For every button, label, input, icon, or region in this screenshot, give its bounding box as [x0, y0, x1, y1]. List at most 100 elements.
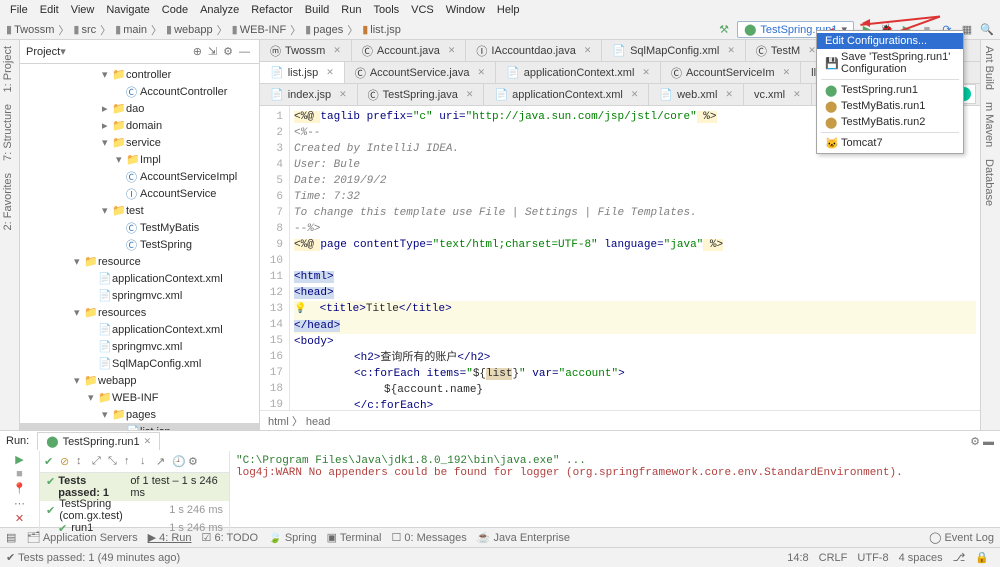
- tree-item[interactable]: 📄 springmvc.xml: [20, 287, 259, 304]
- menu-tools[interactable]: Tools: [367, 4, 405, 16]
- tree-item[interactable]: ▾📁 resource: [20, 253, 259, 270]
- lightbulb-icon[interactable]: 💡: [294, 304, 306, 315]
- tree-item[interactable]: ▸📁 domain: [20, 117, 259, 134]
- tree-item[interactable]: 📄 SqlMapConfig.xml: [20, 355, 259, 372]
- rail-favorites[interactable]: 2: Favorites: [0, 167, 16, 236]
- editor-tab[interactable]: ⒸTestSpring.java✕: [358, 84, 485, 105]
- popup-item-1[interactable]: ⬤TestMyBatis.run1: [817, 98, 963, 114]
- editor-tab[interactable]: 📄applicationContext.xml✕: [496, 62, 661, 83]
- close-icon[interactable]: ✕: [15, 512, 24, 525]
- gear-icon[interactable]: ⚙: [220, 45, 236, 58]
- menu-view[interactable]: View: [65, 4, 101, 16]
- editor-tab[interactable]: 📄list.jsp✕: [260, 62, 345, 83]
- project-title[interactable]: Project: [26, 46, 60, 58]
- tw-javaee[interactable]: ☕ Java Enterprise: [477, 531, 570, 544]
- tree-item[interactable]: ▾📁 resources: [20, 304, 259, 321]
- menu-help[interactable]: Help: [491, 4, 526, 16]
- menu-vcs[interactable]: VCS: [405, 4, 440, 16]
- dots-icon[interactable]: ⋯: [14, 497, 25, 510]
- rerun-icon[interactable]: ▶: [15, 453, 23, 466]
- tree-item[interactable]: 📄 applicationContext.xml: [20, 321, 259, 338]
- bc-pages[interactable]: ▮pages: [305, 23, 343, 36]
- tree-item[interactable]: Ⓒ TestSpring: [20, 236, 259, 253]
- menu-refactor[interactable]: Refactor: [245, 4, 299, 16]
- rail-structure[interactable]: 7: Structure: [0, 98, 16, 167]
- gear-icon[interactable]: ⚙ ▬: [970, 435, 994, 448]
- popup-edit-configs[interactable]: Edit Configurations...: [817, 33, 963, 49]
- tree-item[interactable]: ▾📁 WEB-INF: [20, 389, 259, 406]
- editor-tab[interactable]: ⓜTwossm✕: [260, 40, 352, 61]
- tree-item[interactable]: ▾📁 test: [20, 202, 259, 219]
- menu-build[interactable]: Build: [299, 4, 335, 16]
- tw-spring[interactable]: 🍃 Spring: [268, 531, 317, 544]
- editor-tab[interactable]: 📄web.xml✕: [649, 84, 744, 105]
- check-icon[interactable]: ✔: [44, 455, 58, 469]
- menu-file[interactable]: File: [4, 4, 34, 16]
- tw-messages[interactable]: ☐ 0: Messages: [391, 531, 466, 544]
- tree-item[interactable]: Ⓒ AccountController: [20, 83, 259, 100]
- console[interactable]: "C:\Program Files\Java\jdk1.8.0_192\bin\…: [230, 451, 1000, 537]
- collapse-icon[interactable]: ⤡: [108, 455, 122, 469]
- tree-item[interactable]: 📄 springmvc.xml: [20, 338, 259, 355]
- pin-icon[interactable]: 📍: [13, 482, 27, 495]
- tree-item[interactable]: Ⓒ TestMyBatis: [20, 219, 259, 236]
- editor-tab[interactable]: ⒸAccount.java✕: [352, 40, 467, 61]
- stop-icon[interactable]: ■: [16, 468, 23, 480]
- editor-tab[interactable]: ⒾIAccountdao.java✕: [466, 40, 602, 61]
- run-tab[interactable]: ⬤TestSpring.run1✕: [37, 432, 160, 450]
- collapse-icon[interactable]: ⇲: [205, 45, 220, 58]
- bc-file[interactable]: ▮list.jsp: [362, 23, 401, 36]
- menu-code[interactable]: Code: [156, 4, 194, 16]
- tree-item[interactable]: ▾📁 controller: [20, 66, 259, 83]
- bc-webinf[interactable]: ▮WEB-INF: [232, 23, 287, 36]
- rail-database[interactable]: Database: [981, 153, 997, 212]
- menu-run[interactable]: Run: [335, 4, 367, 16]
- test-root[interactable]: ✔TestSpring (com.gx.test)1 s 246 ms: [40, 501, 229, 519]
- menu-analyze[interactable]: Analyze: [194, 4, 245, 16]
- history-icon[interactable]: 🕘: [172, 455, 186, 469]
- rail-maven[interactable]: m Maven: [981, 96, 997, 153]
- scroll-icon[interactable]: ⊕: [190, 45, 205, 58]
- tw-todo[interactable]: ☑ 6: TODO: [202, 531, 259, 544]
- status-enc[interactable]: UTF-8: [852, 552, 893, 564]
- fail-icon[interactable]: ⊘: [60, 455, 74, 469]
- popup-item-0[interactable]: ⬤TestSpring.run1: [817, 82, 963, 98]
- structure-crumb[interactable]: html 〉 head: [260, 410, 980, 430]
- tree-item[interactable]: Ⓒ AccountServiceImpl: [20, 168, 259, 185]
- tw-appservers[interactable]: 🗂 Application Servers: [26, 531, 137, 544]
- tree-item[interactable]: ▾📁 pages: [20, 406, 259, 423]
- status-crlf[interactable]: CRLF: [814, 552, 853, 564]
- editor-tab[interactable]: ⒸAccountServiceIm✕: [661, 62, 801, 83]
- tree-item[interactable]: 📄 applicationContext.xml: [20, 270, 259, 287]
- expand-icon[interactable]: ⤢: [92, 455, 106, 469]
- tw-terminal[interactable]: ▣ Terminal: [327, 531, 382, 544]
- popup-item-2[interactable]: ⬤TestMyBatis.run2: [817, 114, 963, 130]
- tw-run[interactable]: ▶ 4: Run: [148, 531, 192, 544]
- settings-icon[interactable]: ⚙: [188, 455, 202, 469]
- editor-tab[interactable]: 📄applicationContext.xml✕: [484, 84, 649, 105]
- tree-item[interactable]: 📄 list.jsp: [20, 423, 259, 430]
- status-git-icon[interactable]: ⎇: [948, 551, 971, 564]
- menu-window[interactable]: Window: [440, 4, 491, 16]
- editor-tab[interactable]: 📄index.jsp✕: [260, 84, 358, 105]
- status-pos[interactable]: 14:8: [782, 552, 813, 564]
- tree-item[interactable]: Ⓘ AccountService: [20, 185, 259, 202]
- rail-project[interactable]: 1: Project: [0, 40, 16, 98]
- tree-item[interactable]: ▾📁 service: [20, 134, 259, 151]
- editor-tab[interactable]: ⒸAccountService.java✕: [345, 62, 496, 83]
- status-indent[interactable]: 4 spaces: [894, 552, 948, 564]
- editor-tab[interactable]: ⒸTestM✕: [746, 40, 827, 61]
- sort-icon[interactable]: ↕: [76, 455, 90, 469]
- tree-item[interactable]: ▾📁 Impl: [20, 151, 259, 168]
- tree-item[interactable]: ▾📁 webapp: [20, 372, 259, 389]
- search-icon[interactable]: 🔍: [980, 23, 994, 37]
- menu-edit[interactable]: Edit: [34, 4, 65, 16]
- hammer-icon[interactable]: ⚒: [717, 23, 731, 37]
- prev-icon[interactable]: ↑: [124, 455, 138, 469]
- tree-item[interactable]: ▸📁 dao: [20, 100, 259, 117]
- bc-webapp[interactable]: ▮webapp: [166, 23, 213, 36]
- next-icon[interactable]: ↓: [140, 455, 154, 469]
- bc-src[interactable]: ▮src: [73, 23, 96, 36]
- popup-save-config[interactable]: 💾Save 'TestSpring.run1' Configuration: [817, 49, 963, 77]
- event-log[interactable]: ◯ Event Log: [929, 531, 994, 544]
